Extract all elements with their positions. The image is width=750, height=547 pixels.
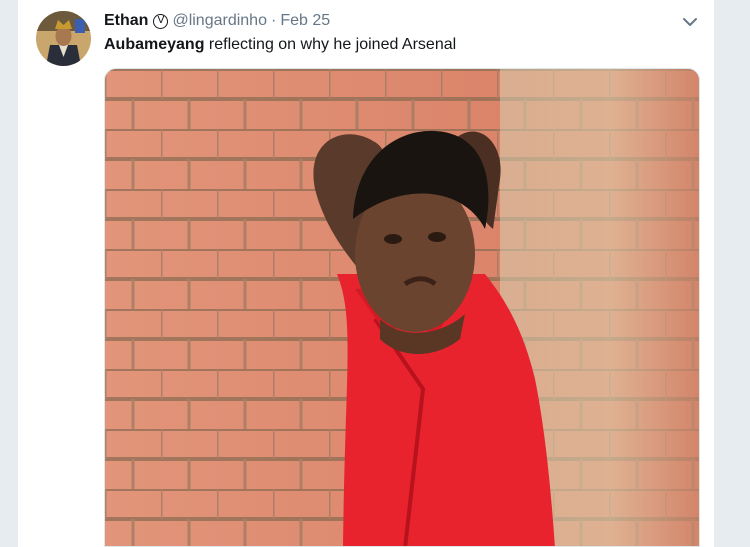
avatar-image <box>36 11 91 66</box>
tweet-text-bold: Aubameyang <box>104 36 205 53</box>
tweet-header: Ethan V @lingardinho · Feb 25 <box>104 10 330 32</box>
tweet-text-rest: reflecting on why he joined Arsenal <box>204 36 457 53</box>
media-image <box>105 69 699 546</box>
tweet-media[interactable] <box>104 68 700 547</box>
tweet-date[interactable]: Feb 25 <box>280 12 330 30</box>
tweet-text: Aubameyang reflecting on why he joined A… <box>104 34 456 56</box>
tweet-menu-button[interactable] <box>678 12 702 32</box>
separator-dot: · <box>270 12 277 29</box>
author-handle[interactable]: @lingardinho <box>172 12 267 30</box>
chevron-down-icon <box>683 18 697 26</box>
tweet-card[interactable]: Ethan V @lingardinho · Feb 25 Aubameyang… <box>18 0 714 547</box>
avatar[interactable] <box>36 11 91 66</box>
author-name[interactable]: Ethan <box>104 12 148 30</box>
verified-badge-icon: V <box>153 13 169 29</box>
